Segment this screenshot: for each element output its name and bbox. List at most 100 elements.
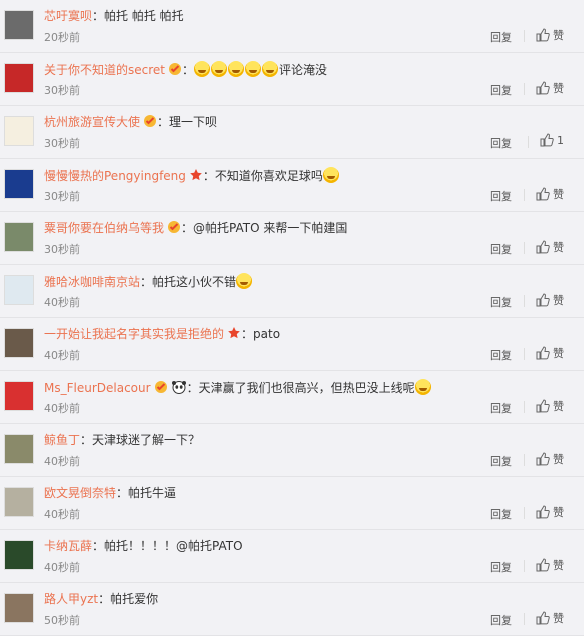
username-link[interactable]: 鲸鱼丁 (44, 433, 80, 447)
like-button[interactable]: 赞 (524, 27, 564, 43)
username-link[interactable]: 一开始让我起名字其实我是拒绝的 (44, 327, 224, 341)
comment-text-after: 评论淹没 (279, 63, 328, 77)
divider (524, 507, 525, 519)
reply-button[interactable]: 回复 (490, 453, 512, 469)
laugh-emoji-icon (228, 61, 245, 77)
username-link[interactable]: 欧文晃倒奈特 (44, 486, 116, 500)
reply-button[interactable]: 回复 (490, 400, 512, 416)
comment-time: 40秒前 (44, 561, 80, 574)
reply-button[interactable]: 回复 (490, 612, 512, 628)
comment-item: 关于你不知道的secret ： 评论淹没 30秒前 回复 赞 (0, 53, 584, 106)
reply-button[interactable]: 回复 (490, 506, 512, 522)
comment-text: ：不知道你喜欢足球吗 (202, 169, 323, 183)
comment-line: 鲸鱼丁：天津球迷了解一下？ (44, 432, 576, 449)
divider (528, 136, 529, 148)
avatar[interactable] (4, 275, 34, 305)
avatar[interactable] (4, 328, 34, 358)
comment-text: ：天津赢了我们也很高兴，但热巴没上线呢 (186, 381, 415, 395)
avatar[interactable] (4, 222, 34, 252)
comment-line: 慢慢慢热的Pengyingfeng ：不知道你喜欢足球吗 (44, 167, 576, 185)
comment-list: 芯吁寞呗：帕托 帕托 帕托 20秒前 回复赞关于你不知道的secret：评论淹没 30… (0, 0, 584, 636)
avatar[interactable] (4, 540, 34, 570)
thumb-up-icon (536, 611, 553, 625)
divider (524, 348, 525, 360)
comment-item: 芯吁寞呗：帕托 帕托 帕托 20秒前 回复 赞 (0, 0, 584, 53)
like-label: 赞 (553, 188, 564, 201)
avatar[interactable] (4, 381, 34, 411)
thumb-up-icon (536, 505, 553, 519)
username-link[interactable]: 卡纳瓦薛 (44, 539, 92, 553)
thumb-up-icon (536, 187, 553, 201)
panda-badge-icon (171, 380, 187, 394)
divider (524, 613, 525, 625)
like-button[interactable]: 赞 (524, 345, 564, 361)
reply-button[interactable]: 回复 (490, 82, 512, 98)
reply-button[interactable]: 回复 (490, 559, 512, 575)
like-button[interactable]: 1 (528, 133, 564, 149)
comment-text: ： (182, 63, 195, 77)
comment-time: 40秒前 (44, 296, 80, 309)
like-button[interactable]: 赞 (524, 504, 564, 520)
like-button[interactable]: 赞 (524, 80, 564, 96)
comment-time: 50秒前 (44, 614, 80, 627)
username-link[interactable]: 路人甲yzt (44, 592, 98, 606)
comment-line: 卡纳瓦薛：帕托！！！！@帕托PATO (44, 538, 576, 555)
username-link[interactable]: 关于你不知道的secret (44, 63, 165, 77)
reply-button[interactable]: 回复 (490, 135, 512, 151)
avatar[interactable] (4, 434, 34, 464)
comment-text: ：帕托爱你 (98, 592, 159, 606)
avatar[interactable] (4, 10, 34, 40)
avatar[interactable] (4, 593, 34, 623)
vip-badge-icon (167, 220, 181, 234)
thumb-up-icon (536, 399, 553, 413)
like-button[interactable]: 赞 (524, 451, 564, 467)
like-button[interactable]: 赞 (524, 186, 564, 202)
thumb-up-icon (536, 240, 553, 254)
username-link[interactable]: 杭州旅游宣传大使 (44, 115, 140, 129)
comment-line: 欧文晃倒奈特：帕托牛逼 (44, 485, 576, 502)
comment-text: ：帕托牛逼 (116, 486, 177, 500)
divider (524, 83, 525, 95)
divider (524, 295, 525, 307)
like-button[interactable]: 赞 (524, 292, 564, 308)
like-label: 1 (557, 134, 564, 147)
like-label: 赞 (553, 400, 564, 413)
comment-item: 卡纳瓦薛：帕托！！！！@帕托PATO 40秒前 回复 赞 (0, 530, 584, 583)
avatar[interactable] (4, 116, 34, 146)
divider (524, 560, 525, 572)
reply-button[interactable]: 回复 (490, 347, 512, 363)
comment-time: 40秒前 (44, 349, 80, 362)
star-badge-icon (189, 168, 203, 182)
reply-button[interactable]: 回复 (490, 29, 512, 45)
like-label: 赞 (553, 241, 564, 254)
username-link[interactable]: 雅哈冰咖啡南京站 (44, 275, 140, 289)
username-link[interactable]: 芯吁寞呗 (44, 9, 92, 23)
star-badge-icon (227, 326, 241, 340)
username-link[interactable]: 粟哥你要在伯纳乌等我 (44, 221, 164, 235)
laugh-emoji-icon (236, 273, 253, 289)
like-label: 赞 (553, 612, 564, 625)
like-button[interactable]: 赞 (524, 398, 564, 414)
reply-button[interactable]: 回复 (490, 241, 512, 257)
like-label: 赞 (553, 559, 564, 572)
like-button[interactable]: 赞 (524, 239, 564, 255)
comment-line: 路人甲yzt：帕托爱你 (44, 591, 576, 608)
like-button[interactable]: 赞 (524, 610, 564, 626)
comment-item: 雅哈冰咖啡南京站：帕托这小伙不错 40秒前 回复 赞 (0, 265, 584, 318)
comment-time: 30秒前 (44, 243, 80, 256)
comment-time: 30秒前 (44, 84, 80, 97)
comment-line: 雅哈冰咖啡南京站：帕托这小伙不错 (44, 273, 576, 291)
avatar[interactable] (4, 63, 34, 93)
avatar[interactable] (4, 169, 34, 199)
like-label: 赞 (553, 29, 564, 42)
comment-item: 路人甲yzt：帕托爱你 50秒前 回复 赞 (0, 583, 584, 636)
like-label: 赞 (553, 294, 564, 307)
vip-badge-icon (143, 114, 157, 128)
reply-button[interactable]: 回复 (490, 294, 512, 310)
username-link[interactable]: Ms_FleurDelacour (44, 381, 151, 395)
comment-item: Ms_FleurDelacour ：天津赢了我们也很高兴，但热巴没上线呢 40秒前 回… (0, 371, 584, 424)
avatar[interactable] (4, 487, 34, 517)
username-link[interactable]: 慢慢慢热的Pengyingfeng (44, 169, 186, 183)
like-button[interactable]: 赞 (524, 557, 564, 573)
reply-button[interactable]: 回复 (490, 188, 512, 204)
